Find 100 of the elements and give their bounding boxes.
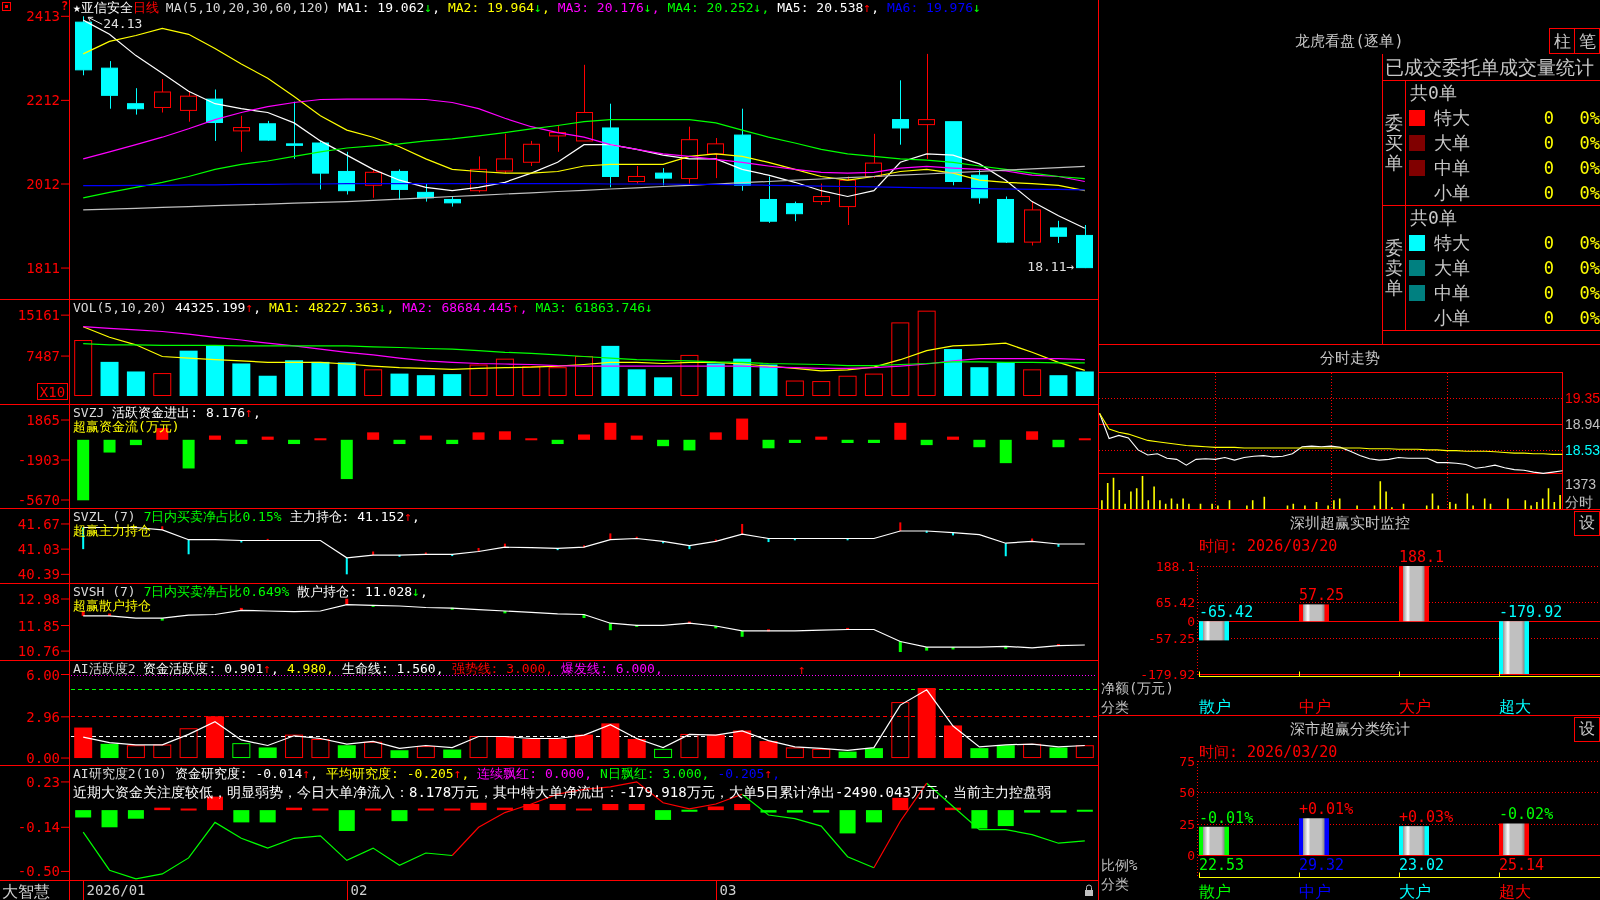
activity-bar (785, 747, 804, 759)
activity-bar (232, 743, 251, 759)
separator: , (435, 661, 444, 676)
separator: , (772, 766, 781, 781)
axis-label: 188.1 (1155, 559, 1195, 574)
flow-bar (657, 439, 670, 447)
change-tick (1004, 543, 1007, 557)
flow-bar (182, 439, 195, 469)
candle (945, 121, 962, 186)
flow-bar (1026, 431, 1039, 440)
group-label: 委买单 (1385, 113, 1403, 173)
change-tick (1057, 544, 1060, 547)
indicator-value: MA1: 48227.363 (269, 300, 379, 315)
axis-label: 41.67 (17, 515, 60, 532)
volume-bar (74, 340, 93, 396)
axis-label: -179.92 (1140, 667, 1195, 682)
separator: , (310, 766, 319, 781)
indicator-name: SVZJ (73, 405, 105, 420)
change-tick (583, 545, 585, 548)
activity-bar (680, 733, 699, 759)
flow-bar (261, 436, 274, 440)
volume-bar (126, 371, 145, 396)
order-share: 0% (1579, 282, 1600, 303)
flow-bar (129, 439, 142, 446)
chart-bar (1299, 604, 1329, 622)
flow-bar (815, 436, 828, 440)
candle (523, 140, 540, 167)
candle (470, 155, 487, 193)
order-type: 小单 (1434, 181, 1470, 203)
order-count: 0 (1543, 157, 1554, 178)
separator: , (651, 0, 660, 15)
indicator-value: 平均研究度: -0.205 (326, 766, 454, 781)
activity-bar (759, 741, 778, 759)
order-type: 小单 (1434, 306, 1470, 328)
settings-button[interactable]: 设 (1574, 716, 1600, 742)
research-bar (1050, 810, 1067, 813)
candle (681, 126, 698, 185)
axis-label: 2.96 (26, 708, 60, 725)
research-bar (470, 802, 487, 811)
indicator-value: 资金研究度: -0.014 (174, 766, 303, 781)
research-bar (233, 810, 250, 823)
change-tick (451, 554, 454, 557)
pointer-arrow-icon (87, 16, 103, 25)
volume-bar (706, 363, 725, 396)
help-mark[interactable]: ? (61, 0, 69, 12)
change-tick (345, 598, 349, 605)
change-label: -0.01% (1199, 808, 1254, 827)
indicator-value: MA6: 19.976 (886, 0, 974, 15)
date-text: 时间: 2026/03/20 (1199, 537, 1338, 555)
volume-bar (153, 373, 172, 396)
flow-bar (314, 438, 327, 441)
candle (496, 133, 513, 174)
indicator-value: 强势线: 3.000 (451, 661, 546, 676)
indicator-value: 散户持仓: 11.028 (297, 584, 413, 599)
chart-bar (1199, 621, 1229, 641)
settings-button[interactable]: 设 (1574, 510, 1600, 536)
flow-bar (77, 439, 90, 501)
change-tick (925, 647, 929, 651)
indicator-value: 44325.199 (174, 300, 246, 315)
trend-arrow: ↑ (245, 300, 254, 315)
candle (971, 168, 988, 205)
activity-bar (100, 743, 119, 759)
volume-scale: 1373 (1565, 476, 1597, 492)
trend-arrow: ↓ (645, 300, 653, 315)
axis-label: 1811 (26, 260, 60, 277)
indicator-value: 资金活跃度: 0.901 (143, 661, 264, 676)
category-label: 散户 (1199, 882, 1231, 900)
candle (365, 168, 382, 199)
activity-bar (311, 738, 330, 759)
trend-arrow: ↑ (245, 405, 253, 420)
candle (1076, 224, 1093, 269)
change-tick (582, 614, 586, 618)
flow-bar (604, 422, 617, 440)
axis-label: 11.85 (17, 617, 60, 634)
activity-bar (74, 727, 93, 759)
indicator-value: 爆发线: 6.000 (561, 661, 655, 676)
activity-bar (944, 725, 963, 759)
toggle-button[interactable]: 笔 (1574, 28, 1600, 54)
separator: , (761, 0, 770, 15)
activity-bar (495, 736, 514, 759)
separator: , (519, 300, 528, 315)
activity-bar (733, 730, 752, 759)
order-share: 0% (1579, 182, 1600, 203)
candle (75, 15, 92, 76)
indicator-value: 生命线: 1.560 (341, 661, 436, 676)
change-tick (767, 538, 770, 543)
activity-bar (996, 745, 1015, 759)
toggle-button[interactable]: 柱 (1549, 28, 1575, 54)
trend-arrow: ↑ (302, 766, 311, 781)
change-tick (1056, 644, 1060, 647)
axis-label: 1865 (26, 412, 60, 428)
research-bar (655, 810, 672, 820)
order-count: 0 (1543, 282, 1554, 303)
order-share: 0% (1579, 108, 1600, 129)
flow-bar (683, 439, 696, 451)
order-type: 大单 (1434, 257, 1470, 278)
change-tick (951, 647, 955, 650)
research-bar (892, 797, 909, 811)
indicator-name: VOL(5,10,20) (73, 300, 167, 315)
trend-arrow: ↑ (764, 766, 773, 781)
